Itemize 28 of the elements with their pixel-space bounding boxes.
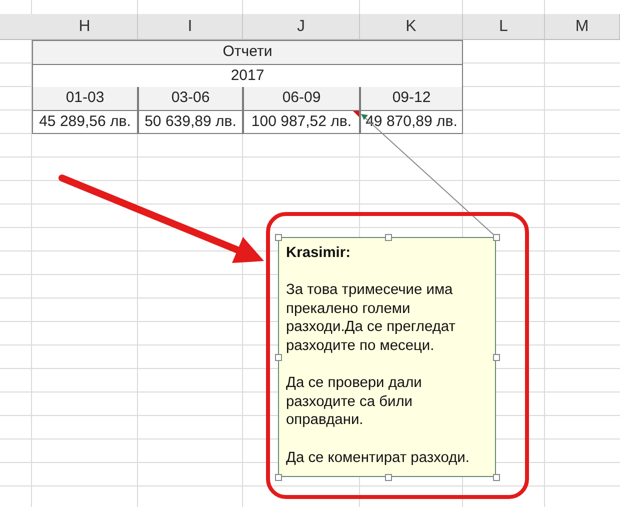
amount-cell: 49 870,89 лв. — [360, 110, 463, 134]
resize-handle[interactable] — [493, 234, 500, 241]
amount-cell: 50 639,89 лв. — [138, 110, 243, 134]
column-header[interactable]: K — [360, 14, 463, 39]
resize-handle[interactable] — [493, 474, 500, 481]
resize-handle[interactable] — [385, 474, 392, 481]
period-header: 03-06 — [138, 87, 243, 110]
resize-handle[interactable] — [275, 234, 282, 241]
comment-author: Krasimir: — [286, 244, 352, 263]
comment-text: За това тримесечие има прекалено големи разходи.Да се прегледат разходите по месеци. — [286, 281, 456, 356]
period-header: 09-12 — [360, 87, 463, 110]
amount-cell: 100 987,52 лв. — [243, 110, 360, 134]
column-header[interactable]: M — [545, 14, 620, 39]
column-header[interactable]: I — [138, 14, 243, 39]
resize-handle[interactable] — [275, 354, 282, 361]
resize-handle[interactable] — [275, 474, 282, 481]
amount-cell: 45 289,56 лв. — [32, 110, 138, 134]
column-header[interactable]: H — [32, 14, 138, 39]
period-header: 01-03 — [32, 87, 138, 110]
comment-text: Да се коментират разходи. — [286, 448, 470, 468]
resize-handle[interactable] — [385, 234, 392, 241]
resize-handle[interactable] — [493, 354, 500, 361]
column-header[interactable]: J — [243, 14, 360, 39]
period-header: 06-09 — [243, 87, 360, 110]
table-title: Отчети — [32, 40, 463, 64]
year-cell: 2017 — [32, 64, 463, 88]
column-header[interactable]: L — [463, 14, 545, 39]
comment-text: Да се провери дали разходите са били оправдани. — [286, 374, 423, 430]
